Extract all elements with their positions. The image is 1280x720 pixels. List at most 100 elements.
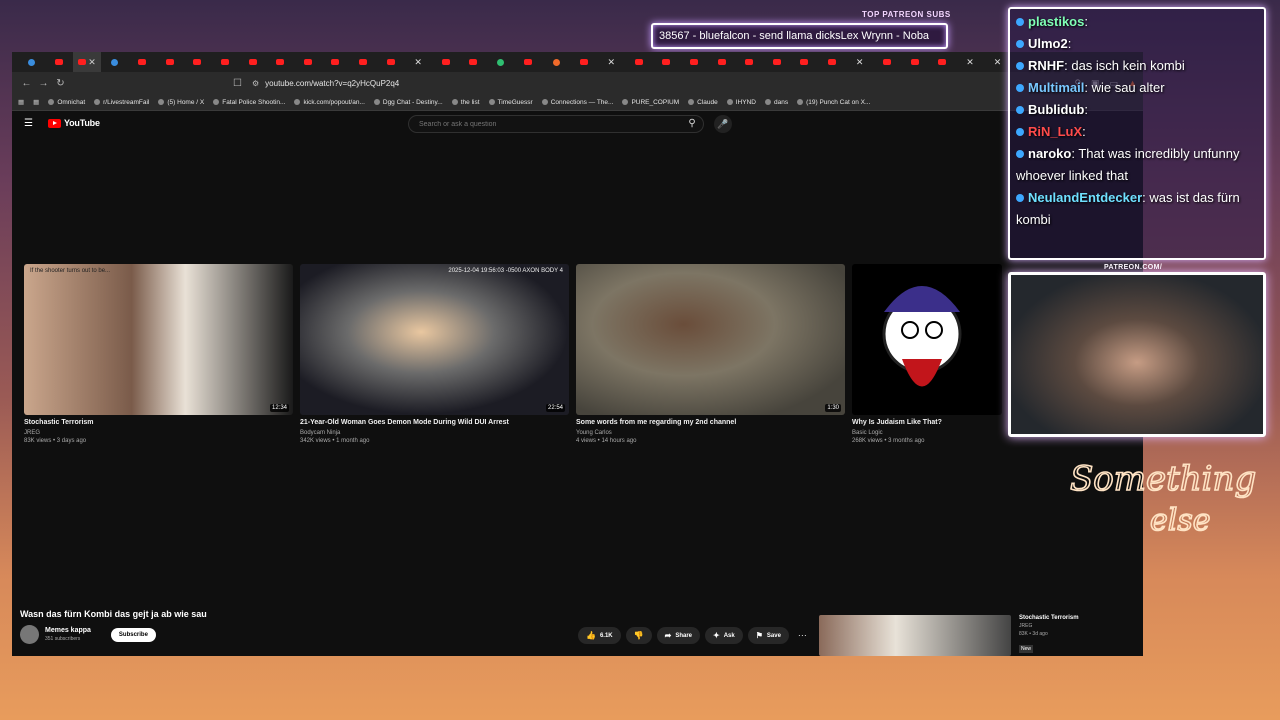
video-thumbnail[interactable]: 2025-12-04 19:56:03 -0500 AXON BODY 4 22… bbox=[300, 264, 569, 415]
video-channel[interactable]: Young Carlos bbox=[576, 430, 845, 436]
video-title[interactable]: Some words from me regarding my 2nd chan… bbox=[576, 419, 845, 426]
browser-tab[interactable] bbox=[46, 52, 74, 72]
browser-tab[interactable] bbox=[515, 52, 543, 72]
save-button[interactable]: ⚑ Save bbox=[747, 627, 789, 644]
video-card[interactable]: 2025-12-04 19:56:03 -0500 AXON BODY 4 22… bbox=[300, 264, 569, 444]
browser-tab[interactable] bbox=[570, 52, 598, 72]
more-options-icon[interactable]: ⋯ bbox=[798, 630, 807, 641]
bookmark-item[interactable]: r/LivestreamFail bbox=[94, 99, 149, 106]
bookmarks-grid-icon[interactable]: ▦ bbox=[33, 98, 39, 106]
browser-tab[interactable] bbox=[432, 52, 460, 72]
browser-tab[interactable] bbox=[653, 52, 681, 72]
ask-button[interactable]: ✦ Ask bbox=[705, 627, 743, 644]
browser-tab[interactable] bbox=[349, 52, 377, 72]
chat-username: RNHF bbox=[1028, 58, 1065, 73]
bookmark-item[interactable]: Omnichat bbox=[48, 99, 85, 106]
browser-tab[interactable] bbox=[680, 52, 708, 72]
dislike-button[interactable]: 👎 bbox=[625, 627, 652, 644]
browser-tab[interactable]: ✕ bbox=[846, 52, 874, 72]
channel-avatar[interactable] bbox=[20, 625, 39, 644]
video-title[interactable]: 21-Year-Old Woman Goes Demon Mode During… bbox=[300, 419, 569, 426]
browser-tab[interactable] bbox=[294, 52, 322, 72]
browser-tab[interactable] bbox=[791, 52, 819, 72]
browser-tab[interactable] bbox=[487, 52, 515, 72]
video-thumbnail[interactable] bbox=[852, 264, 1002, 415]
up-next-item[interactable]: Stochastic Terrorism JREG 83K • 3d ago N… bbox=[819, 615, 1143, 656]
search-icon[interactable]: ⚲ bbox=[681, 116, 703, 132]
bookmark-item[interactable]: IHYND bbox=[726, 99, 756, 106]
top-patreon-label: TOP PATREON SUBS bbox=[862, 10, 951, 19]
site-info-icon[interactable]: ⚙ bbox=[252, 79, 259, 88]
video-card[interactable]: Why Is Judaism Like That? Basic Logic 26… bbox=[852, 264, 1002, 444]
video-card[interactable]: 1:30 Some words from me regarding my 2nd… bbox=[576, 264, 845, 444]
video-duration: 22:54 bbox=[545, 404, 565, 412]
bookmark-label: Fatal Police Shootin... bbox=[222, 98, 286, 106]
browser-tab[interactable] bbox=[322, 52, 350, 72]
browser-tab[interactable] bbox=[211, 52, 239, 72]
bookmark-icon[interactable]: ☐ bbox=[229, 78, 246, 89]
browser-tab[interactable]: ✕ bbox=[956, 52, 984, 72]
subscribe-button[interactable]: Subscribe bbox=[110, 627, 156, 642]
platform-badge-icon bbox=[1016, 84, 1024, 92]
bookmark-item[interactable]: Claude bbox=[688, 99, 718, 106]
search-input[interactable] bbox=[409, 120, 681, 128]
channel-name[interactable]: Memes kappa bbox=[45, 627, 91, 634]
bookmark-item[interactable]: (5) Home / X bbox=[158, 99, 204, 106]
browser-tab[interactable] bbox=[460, 52, 488, 72]
bookmark-item[interactable]: TimeGuessr bbox=[488, 99, 533, 106]
browser-tab[interactable] bbox=[184, 52, 212, 72]
bookmark-item[interactable]: Dgg Chat - Destiny... bbox=[373, 99, 443, 106]
video-thumbnail[interactable]: If the shooter turns out to be... 12:34 bbox=[24, 264, 293, 415]
bookmark-item[interactable]: Fatal Police Shootin... bbox=[213, 99, 285, 106]
browser-tab[interactable] bbox=[156, 52, 184, 72]
video-card[interactable]: If the shooter turns out to be... 12:34 … bbox=[24, 264, 293, 444]
browser-tab[interactable] bbox=[128, 52, 156, 72]
browser-tab[interactable] bbox=[101, 52, 129, 72]
like-button[interactable]: 👍 6.1K bbox=[578, 627, 621, 644]
video-thumbnail[interactable]: 1:30 bbox=[576, 264, 845, 415]
browser-tab[interactable] bbox=[542, 52, 570, 72]
browser-tab[interactable] bbox=[873, 52, 901, 72]
video-meta: 342K views • 1 month ago bbox=[300, 438, 370, 444]
browser-tab[interactable] bbox=[818, 52, 846, 72]
bookmark-save-icon: ⚑ bbox=[755, 631, 763, 640]
back-icon[interactable]: ← bbox=[18, 78, 35, 89]
share-button[interactable]: ➦ Share bbox=[656, 627, 701, 644]
browser-tab[interactable]: ✕ bbox=[597, 52, 625, 72]
bookmark-item[interactable]: dans bbox=[764, 98, 789, 106]
browser-tab[interactable]: ✕ bbox=[404, 52, 432, 72]
video-channel[interactable]: Bodycam Ninja bbox=[300, 430, 569, 436]
browser-tab[interactable]: ✕ bbox=[73, 52, 101, 72]
hamburger-menu-icon[interactable]: ☰ bbox=[24, 118, 40, 129]
browser-tab[interactable] bbox=[18, 52, 46, 72]
video-title[interactable]: Why Is Judaism Like That? bbox=[852, 419, 1002, 426]
bookmark-item[interactable]: PURE_COPIUM bbox=[622, 99, 679, 106]
up-next-thumbnail[interactable] bbox=[819, 615, 1011, 656]
browser-tab[interactable] bbox=[763, 52, 791, 72]
reload-icon[interactable]: ↻ bbox=[52, 78, 69, 89]
microphone-icon[interactable]: 🎤 bbox=[714, 115, 732, 133]
browser-tab[interactable] bbox=[929, 52, 957, 72]
bookmark-item[interactable]: (19) Punch Cat on X... bbox=[797, 99, 870, 106]
browser-tab[interactable] bbox=[901, 52, 929, 72]
browser-tab[interactable] bbox=[735, 52, 763, 72]
bookmark-label: dans bbox=[773, 98, 789, 106]
browser-tab[interactable] bbox=[239, 52, 267, 72]
apps-grid-icon[interactable]: ▦ bbox=[18, 98, 24, 106]
url-field[interactable]: youtube.com/watch?v=q2yHcQuP2q4 bbox=[265, 79, 399, 88]
video-title[interactable]: Stochastic Terrorism bbox=[24, 419, 293, 426]
forward-icon[interactable]: → bbox=[35, 78, 52, 89]
tab-close-icon[interactable]: ✕ bbox=[88, 57, 96, 68]
bookmark-item[interactable]: the list bbox=[451, 99, 480, 106]
browser-tab[interactable] bbox=[708, 52, 736, 72]
favicon-icon bbox=[938, 59, 947, 65]
bookmark-item[interactable]: Connections — The... bbox=[541, 99, 613, 106]
youtube-logo[interactable]: YouTube bbox=[48, 118, 100, 128]
bookmark-item[interactable]: kick.com/popout/an... bbox=[294, 99, 365, 106]
up-next-title[interactable]: Stochastic Terrorism bbox=[1019, 615, 1079, 621]
browser-tab[interactable] bbox=[377, 52, 405, 72]
browser-tab[interactable] bbox=[625, 52, 653, 72]
browser-tab[interactable] bbox=[266, 52, 294, 72]
video-channel[interactable]: Basic Logic bbox=[852, 430, 1002, 436]
video-channel[interactable]: JREG bbox=[24, 430, 293, 436]
